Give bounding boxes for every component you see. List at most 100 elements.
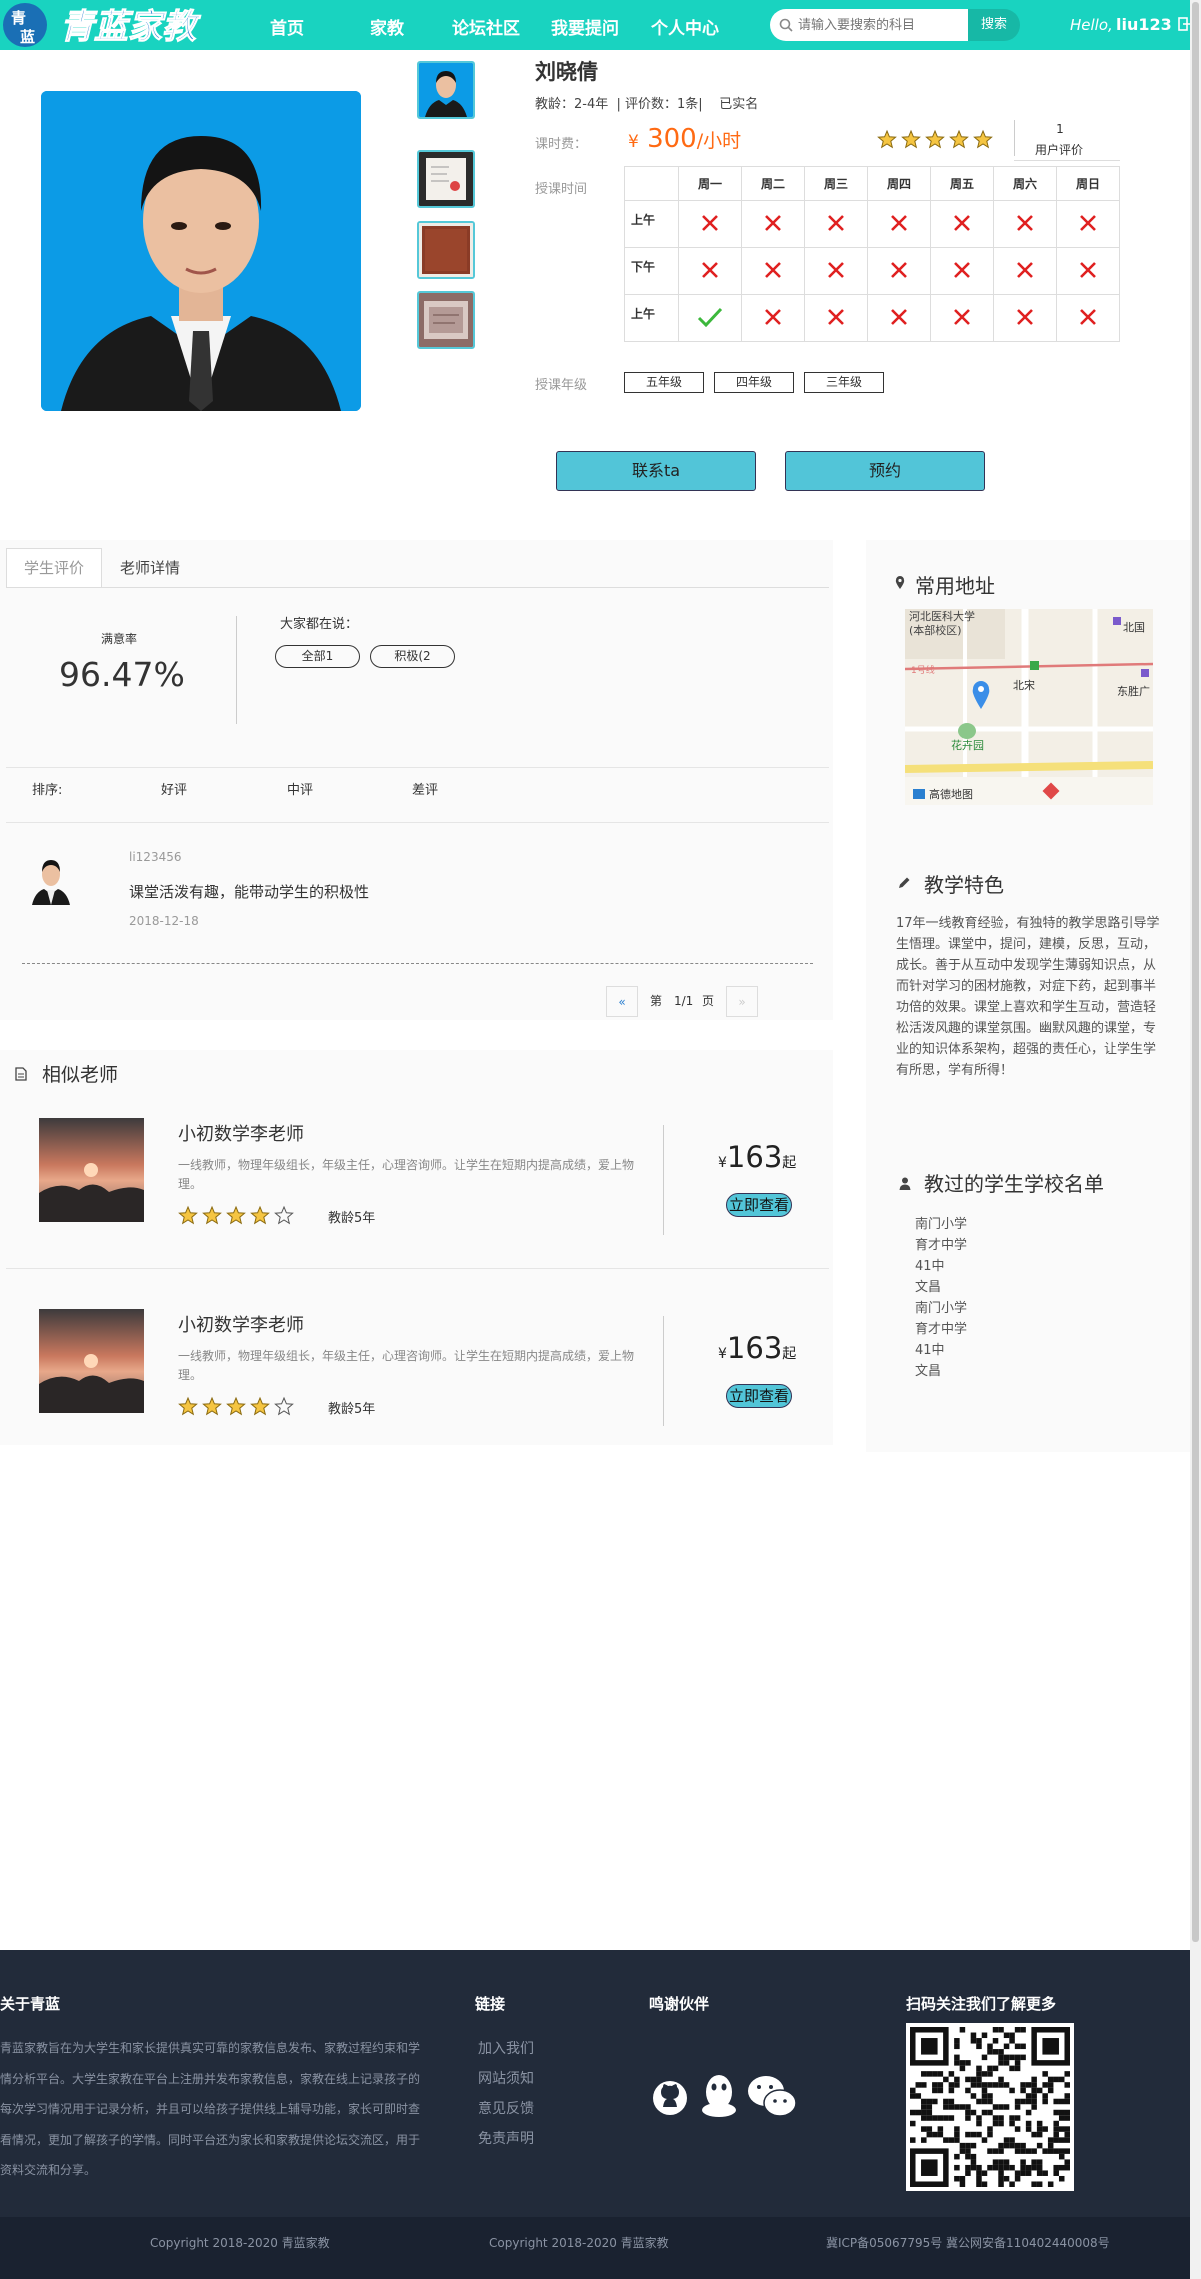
teacher-card-name[interactable]: 小初数学李老师 [178, 1311, 304, 1337]
book-button[interactable]: 预约 [785, 451, 985, 491]
footer-about-title: 关于青蓝 [0, 1995, 61, 2013]
scrollbar-thumb[interactable] [1192, 2, 1199, 1942]
username[interactable]: liu123 [1116, 15, 1172, 34]
qq-icon[interactable] [698, 2072, 740, 2120]
teacher-card-image[interactable] [39, 1309, 144, 1413]
schedule-slot [993, 294, 1057, 342]
schools-title: 教过的学生学校名单 [924, 1172, 1104, 1196]
schedule-slot [804, 294, 868, 342]
filter-pill-all[interactable]: 全部1 [275, 645, 360, 668]
teacher-card-years: 教龄5年 [328, 1211, 376, 1226]
schedule-slot [741, 200, 805, 248]
tab-divider [6, 587, 829, 588]
school-item: 育才中学 [915, 1322, 968, 1337]
footer-link-disclaimer[interactable]: 免责声明 [478, 2128, 534, 2148]
nav-tutor[interactable]: 家教 [370, 14, 404, 39]
features-title: 教学特色 [924, 873, 1004, 897]
sort-positive[interactable]: 好评 [161, 779, 187, 798]
site-logo[interactable]: 青 蓝 青蓝家教 [0, 0, 225, 50]
similar-teachers-title: 相似老师 [42, 1064, 119, 1086]
star-icon [949, 129, 969, 149]
teacher-name: 刘晓倩 [535, 60, 598, 84]
tab-student-reviews[interactable]: 学生评价 [6, 548, 102, 587]
schedule-slot [867, 247, 931, 295]
github-icon[interactable] [652, 2080, 688, 2116]
nav-forum[interactable]: 论坛社区 [452, 14, 520, 39]
period-label: 下午 [624, 247, 679, 295]
schedule-corner [624, 166, 679, 201]
review-date: 2018-12-18 [129, 914, 199, 928]
footer-link-join[interactable]: 加入我们 [478, 2038, 534, 2058]
currency-symbol: ¥ [718, 1155, 727, 1171]
nav-ask[interactable]: 我要提问 [551, 14, 619, 39]
copyright-text: Copyright 2018-2020 青蓝家教 [489, 2236, 669, 2250]
svg-text:蓝: 蓝 [20, 28, 35, 46]
view-now-button[interactable]: 立即查看 [726, 1384, 792, 1408]
star-icon [250, 1396, 270, 1416]
logo-text: 青蓝家教 [60, 7, 201, 47]
photo-thumbnail[interactable] [417, 61, 475, 119]
greeting: Hello, [1070, 16, 1113, 34]
pager-prev[interactable]: « [606, 986, 638, 1017]
wechat-icon[interactable] [746, 2074, 798, 2118]
review-dashed-divider [22, 963, 813, 964]
day-header: 周三 [804, 166, 868, 201]
cross-icon [765, 308, 781, 325]
search-button[interactable]: 搜索 [968, 9, 1020, 41]
document-thumbnail[interactable] [417, 291, 475, 349]
cross-icon [765, 214, 781, 231]
user-icon [899, 1177, 911, 1190]
teacher-card-name[interactable]: 小初数学李老师 [178, 1120, 304, 1146]
cross-icon [828, 308, 844, 325]
cross-icon [702, 261, 718, 278]
view-now-button[interactable]: 立即查看 [726, 1193, 792, 1217]
certificate-thumbnail[interactable] [417, 150, 475, 208]
star-icon [973, 129, 993, 149]
cross-icon [828, 214, 844, 231]
school-item: 南门小学 [915, 1301, 968, 1316]
sort-negative[interactable]: 差评 [412, 779, 438, 798]
footer-link-feedback[interactable]: 意见反馈 [478, 2098, 534, 2118]
period-label: 上午 [624, 200, 679, 248]
teacher-card-image[interactable] [39, 1118, 144, 1222]
teacher-card-years: 教龄5年 [328, 1402, 376, 1417]
footer-link-notice[interactable]: 网站须知 [478, 2068, 534, 2088]
certificate-cover-thumbnail[interactable] [417, 221, 475, 279]
star-icon [877, 129, 897, 149]
school-list: 南门小学 育才中学 41中 文昌 南门小学 育才中学 41中 文昌 [915, 1214, 967, 1382]
map-label: 北宋 [1013, 678, 1035, 692]
cross-icon [954, 261, 970, 278]
divider [6, 767, 829, 768]
cross-icon [891, 261, 907, 278]
contact-button[interactable]: 联系ta [556, 451, 756, 491]
pager-next[interactable]: » [726, 986, 758, 1017]
divider [6, 822, 829, 823]
address-map[interactable]: 河北医科大学 (本部校区) 北国 北宋 东胜广 花卉园 高德地图 1号线 [905, 609, 1153, 805]
nav-profile[interactable]: 个人中心 [651, 14, 719, 39]
day-header: 周日 [1056, 166, 1120, 201]
day-header: 周二 [741, 166, 805, 201]
schedule-slot [741, 294, 805, 342]
divider [6, 1268, 829, 1269]
tab-teacher-detail[interactable]: 老师详情 [120, 557, 180, 578]
search-input[interactable] [798, 15, 958, 35]
day-header: 周四 [867, 166, 931, 201]
nav-home[interactable]: 首页 [270, 14, 304, 39]
school-item: 南门小学 [915, 1217, 968, 1232]
sort-neutral[interactable]: 中评 [287, 779, 313, 798]
star-icon [202, 1396, 222, 1416]
logout-icon[interactable] [1178, 16, 1190, 32]
fee-label: 课时费： [535, 137, 588, 152]
schedule-slot [741, 247, 805, 295]
schedule-slot [993, 200, 1057, 248]
schedule-slot [993, 247, 1057, 295]
schedule-slot [930, 294, 994, 342]
map-label: 北国 [1123, 621, 1145, 634]
price-suffix: 起 [782, 1346, 797, 1362]
location-pin-icon [895, 576, 905, 589]
cross-icon [1017, 214, 1033, 231]
cross-icon [954, 308, 970, 325]
filter-pill-positive[interactable]: 积极(2 [370, 645, 455, 668]
rating-underline [1014, 160, 1120, 161]
grade-label: 授课年级 [535, 378, 588, 393]
